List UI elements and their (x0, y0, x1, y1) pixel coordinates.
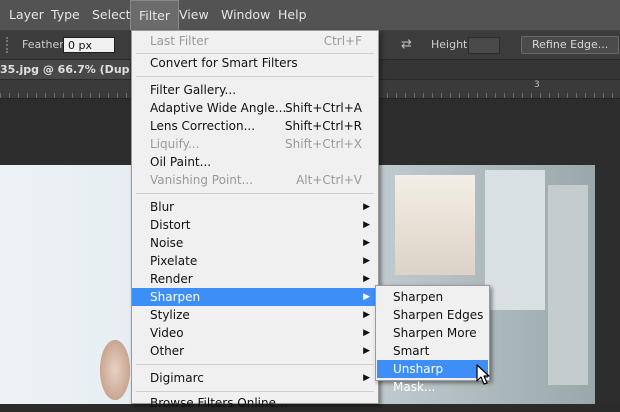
menu-item-distort[interactable]: Distort ▶ (132, 216, 378, 234)
submenu-item-sharpen-more[interactable]: Sharpen More (377, 324, 488, 342)
image-detail (485, 170, 545, 310)
feather-input[interactable]: 0 px (63, 37, 115, 53)
menu-item-label: Other (150, 344, 185, 358)
feather-label: Feather: (22, 38, 68, 51)
menu-separator (136, 193, 374, 194)
filter-menu: Last Filter Ctrl+F Convert for Smart Fil… (131, 30, 379, 410)
menu-item-label: Filter Gallery... (150, 83, 237, 97)
submenu-arrow-icon: ▶ (363, 310, 370, 320)
menu-item-shortcut: Shift+Ctrl+X (285, 137, 362, 151)
swap-arrows-icon[interactable]: ⇄ (401, 37, 412, 52)
refine-edge-button[interactable]: Refine Edge... (521, 36, 620, 54)
menu-item-label: Oil Paint... (150, 155, 212, 169)
menu-item-noise[interactable]: Noise ▶ (132, 234, 378, 252)
image-detail (395, 175, 475, 275)
menu-window[interactable]: Window (213, 0, 278, 30)
menu-item-shortcut: Shift+Ctrl+A (285, 101, 362, 115)
submenu-arrow-icon: ▶ (363, 202, 370, 212)
sharpen-submenu: Sharpen Sharpen Edges Sharpen More Smart… (375, 285, 490, 394)
submenu-item-sharpen-edges[interactable]: Sharpen Edges (377, 306, 488, 324)
menu-item-label: Vanishing Point... (150, 173, 254, 187)
menu-item-adaptive-wide-angle[interactable]: Adaptive Wide Angle... Shift+Ctrl+A (132, 99, 378, 117)
submenu-arrow-icon: ▶ (363, 373, 370, 383)
submenu-arrow-icon: ▶ (363, 238, 370, 248)
menu-item-label: Blur (150, 200, 175, 214)
menu-separator (136, 364, 374, 365)
menu-item-other[interactable]: Other ▶ (132, 342, 378, 360)
menu-type[interactable]: Type (43, 0, 88, 30)
menu-item-label: Last Filter (150, 34, 209, 48)
menu-separator (136, 76, 374, 77)
menu-item-stylize[interactable]: Stylize ▶ (132, 306, 378, 324)
submenu-item-smart-sharpen[interactable]: Smart Sharpen... (377, 342, 488, 376)
menu-item-oil-paint[interactable]: Oil Paint... (132, 153, 378, 171)
submenu-arrow-icon: ▶ (363, 292, 370, 302)
menu-item-label: Browse Filters Online... (150, 396, 288, 410)
menu-item-label: Digimarc (150, 371, 204, 385)
menu-item-browse-filters-online[interactable]: Browse Filters Online... (132, 394, 378, 412)
toolbar-grip-icon[interactable] (6, 37, 12, 53)
menu-item-shortcut: Alt+Ctrl+V (296, 173, 362, 187)
submenu-item-sharpen[interactable]: Sharpen (377, 288, 488, 306)
submenu-arrow-icon: ▶ (363, 274, 370, 284)
image-detail (548, 185, 588, 385)
menu-item-liquify[interactable]: Liquify... Shift+Ctrl+X (132, 135, 378, 153)
submenu-arrow-icon: ▶ (363, 220, 370, 230)
menu-item-label: Adaptive Wide Angle... (150, 101, 287, 115)
menu-help[interactable]: Help (270, 0, 315, 30)
submenu-item-label: Sharpen Edges (393, 308, 484, 322)
menu-item-label: Distort (150, 218, 191, 232)
menu-item-lens-correction[interactable]: Lens Correction... Shift+Ctrl+R (132, 117, 378, 135)
menu-item-vanishing-point[interactable]: Vanishing Point... Alt+Ctrl+V (132, 171, 378, 189)
submenu-item-label: Unsharp Mask... (393, 362, 444, 394)
document-tab[interactable]: 35.jpg @ 66.7% (Duplicate (0, 60, 130, 79)
height-input[interactable] (468, 37, 500, 54)
ruler-number: 3 (534, 80, 540, 90)
menu-view[interactable]: View (171, 0, 217, 30)
menu-item-shortcut: Ctrl+F (323, 34, 362, 48)
menu-item-digimarc[interactable]: Digimarc ▶ (132, 369, 378, 387)
menu-item-sharpen[interactable]: Sharpen ▶ (132, 288, 378, 306)
submenu-arrow-icon: ▶ (363, 256, 370, 266)
menu-item-blur[interactable]: Blur ▶ (132, 198, 378, 216)
submenu-item-unsharp-mask[interactable]: Unsharp Mask... (377, 360, 488, 394)
submenu-arrow-icon: ▶ (363, 346, 370, 356)
height-label: Height: (431, 38, 472, 51)
menu-bar: Layer Type Select Filter View Window Hel… (0, 0, 620, 31)
menu-item-convert-smart-filters[interactable]: Convert for Smart Filters (132, 54, 378, 72)
menu-separator (136, 391, 374, 392)
menu-item-filter-gallery[interactable]: Filter Gallery... (132, 81, 378, 99)
submenu-arrow-icon: ▶ (363, 328, 370, 338)
menu-item-label: Convert for Smart Filters (150, 56, 298, 70)
menu-item-label: Video (150, 326, 184, 340)
menu-item-shortcut: Shift+Ctrl+R (284, 119, 362, 133)
pointer-cursor-icon (476, 364, 490, 385)
menu-item-label: Stylize (150, 308, 190, 322)
menu-item-label: Lens Correction... (150, 119, 256, 133)
submenu-item-label: Sharpen More (393, 326, 477, 340)
menu-item-video[interactable]: Video ▶ (132, 324, 378, 342)
submenu-item-label: Sharpen (393, 290, 444, 304)
menu-item-last-filter[interactable]: Last Filter Ctrl+F (132, 32, 378, 50)
menu-item-label: Liquify... (150, 137, 200, 151)
menu-item-pixelate[interactable]: Pixelate ▶ (132, 252, 378, 270)
menu-item-label: Sharpen (150, 290, 201, 304)
image-detail (100, 340, 130, 400)
menu-item-render[interactable]: Render ▶ (132, 270, 378, 288)
menu-item-label: Noise (150, 236, 184, 250)
menu-item-label: Pixelate (150, 254, 198, 268)
menu-item-label: Render (150, 272, 193, 286)
document-tab-title: 35.jpg @ 66.7% (Duplicate (0, 63, 130, 76)
